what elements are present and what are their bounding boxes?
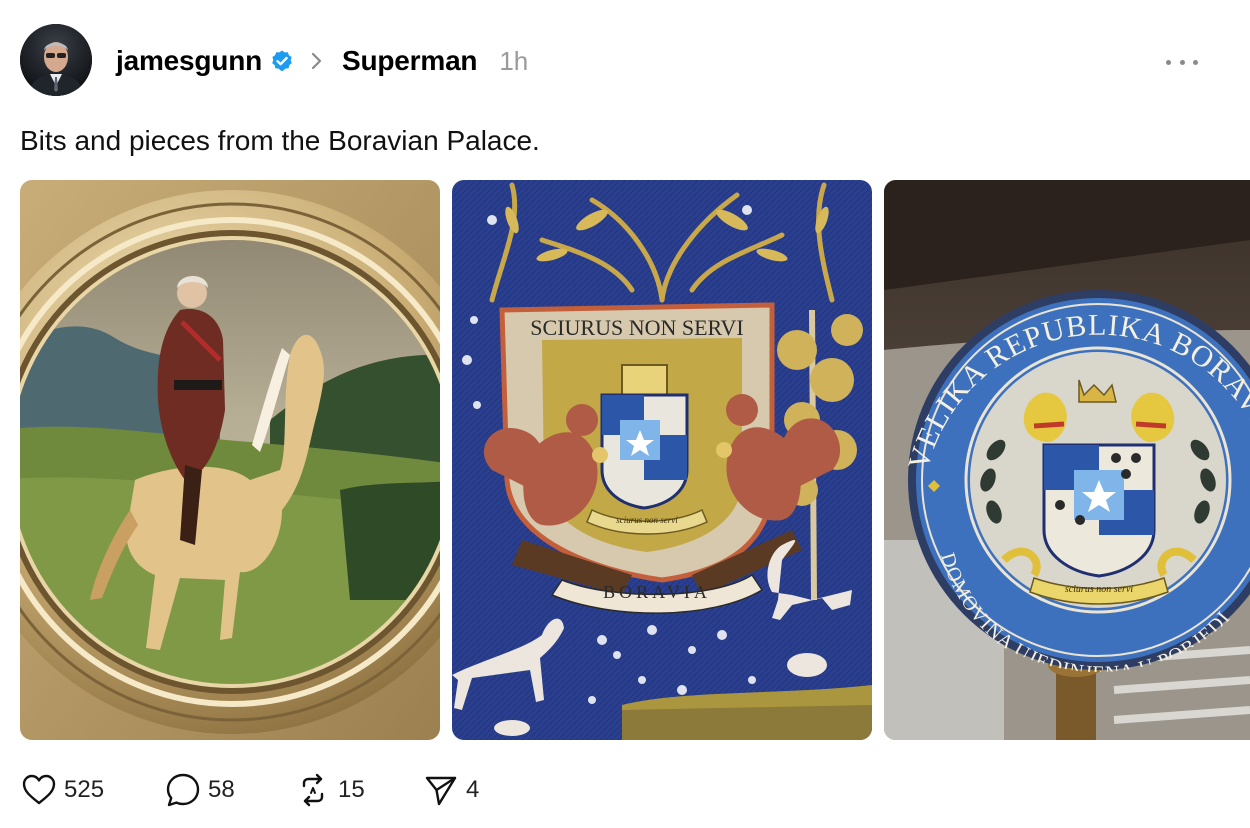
share-count: 4 [466, 776, 480, 803]
post-image-tapestry[interactable]: SCIURUS NON SERVI sciurus non servi BORA… [452, 180, 872, 740]
post-image-portrait[interactable] [20, 180, 440, 740]
reply-count: 58 [208, 776, 235, 803]
repost-icon [294, 771, 332, 809]
username-link[interactable]: jamesgunn [116, 45, 262, 77]
post-header: jamesgunn Superman 1h [116, 42, 528, 80]
repost-count: 15 [338, 776, 365, 803]
verified-badge-icon [270, 49, 294, 73]
seal-ribbon-text: sciurus non servi [1065, 584, 1134, 595]
ribbon-text: sciurus non servi [616, 515, 678, 525]
topic-link[interactable]: Superman [342, 45, 478, 77]
repost-button[interactable]: 15 [294, 770, 365, 810]
like-count: 525 [64, 776, 105, 803]
share-button[interactable]: 4 [422, 770, 479, 810]
avatar[interactable] [20, 24, 92, 96]
like-button[interactable]: 525 [20, 770, 104, 810]
post-timestamp[interactable]: 1h [499, 46, 528, 77]
post-text: Bits and pieces from the Boravian Palace… [20, 125, 540, 156]
comment-icon [164, 771, 202, 809]
post-image-seal[interactable]: VELIKA REPUBLIKA BORAVSKA DOMOVINA UJEDI… [884, 180, 1250, 740]
banner-text: BORAVIA [603, 582, 711, 602]
heart-icon [20, 771, 58, 809]
motto-text: SCIURUS NON SERVI [530, 315, 743, 340]
send-icon [422, 771, 460, 809]
chevron-right-icon [310, 51, 324, 71]
more-icon[interactable] [1162, 50, 1202, 74]
avatar-photo [20, 24, 92, 96]
reply-button[interactable]: 58 [164, 770, 235, 810]
